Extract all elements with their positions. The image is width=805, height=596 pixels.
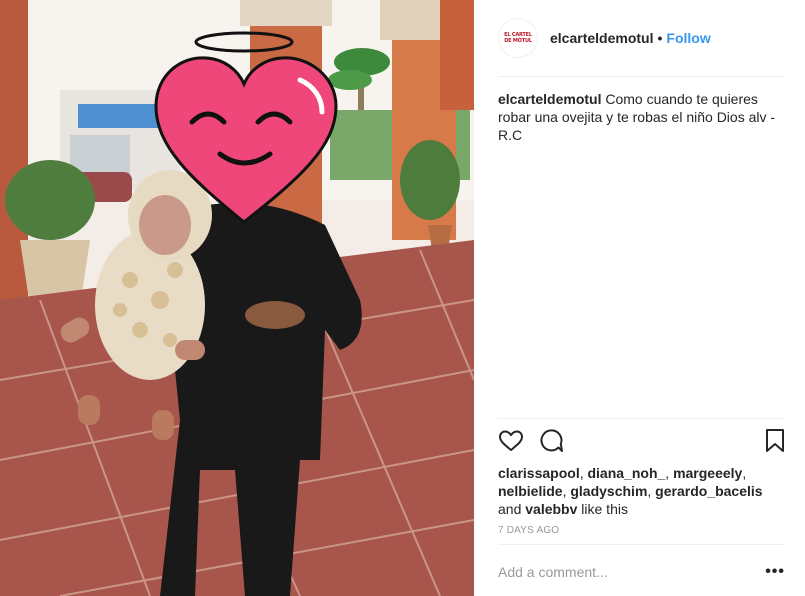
heart-face-emoji-sticker [154,31,338,224]
speech-bubble-icon [540,429,563,452]
save-button[interactable] [764,428,790,454]
likes-summary: clarissapool, diana_noh_, margeeely, nel… [498,465,763,517]
action-bar [498,428,786,454]
avatar-logo-line-2: DE MOTUL [504,38,532,44]
liker-link[interactable]: valebbv [525,501,577,517]
post-header: EL CARTEL DE MOTUL elcarteldemotul • Fol… [498,18,786,58]
post-details-panel: EL CARTEL DE MOTUL elcarteldemotul • Fol… [474,0,805,596]
comment-button[interactable] [538,428,564,454]
avatar[interactable]: EL CARTEL DE MOTUL [498,18,538,58]
actions-divider [498,418,785,419]
liker-link[interactable]: margeeely [673,465,742,481]
like-button[interactable] [498,428,524,454]
header-divider [498,76,785,77]
instagram-post: EL CARTEL DE MOTUL elcarteldemotul • Fol… [0,0,805,596]
heart-outline-icon [499,430,523,451]
post-timestamp[interactable]: 7 DAYS AGO [498,525,559,536]
liker-link[interactable]: gladyschim [570,483,647,499]
caption-username-link[interactable]: elcarteldemotul [498,91,601,107]
liker-link[interactable]: clarissapool [498,465,580,481]
comment-composer: ••• [498,557,785,587]
avatar-logo: EL CARTEL DE MOTUL [500,30,536,46]
liker-link[interactable]: diana_noh_ [587,465,665,481]
post-caption: elcarteldemotul Como cuando te quieres r… [498,90,788,144]
post-photo[interactable] [0,0,474,596]
header-separator: • [657,30,663,46]
follow-button[interactable]: Follow [666,30,710,46]
liker-link[interactable]: nelbielide [498,483,563,499]
halo-icon [194,31,294,53]
bookmark-icon [766,429,784,452]
comment-divider [498,544,785,545]
more-options-button[interactable]: ••• [765,562,785,582]
comment-input[interactable] [498,560,765,584]
liker-link[interactable]: gerardo_bacelis [655,483,762,499]
header-username-link[interactable]: elcarteldemotul [550,30,653,46]
